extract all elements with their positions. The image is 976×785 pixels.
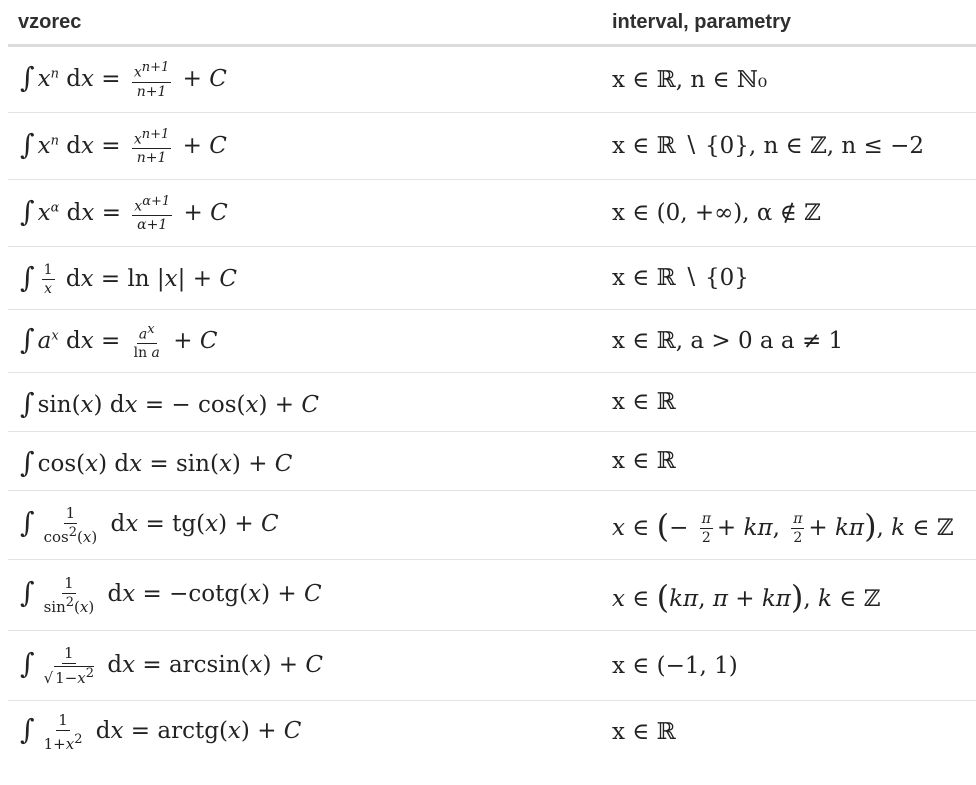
interval-cell: x ∈ ℝ [600,372,976,432]
interval-cell: x ∈ ℝ [600,431,976,491]
interval-cell: x ∈ (− π 2 + kπ, π 2 + kπ), k ∈ ℤ [600,490,976,560]
table-row: ∫ ax dx = ax ln a + C x ∈ ℝ, a > 0 a a ≠ 1 [8,309,976,373]
table-row: ∫ 1 1+x2 dx = arctg(x) + C x ∈ ℝ [8,701,976,763]
table-row: ∫ 1 cos2(x) dx = tg(x) + C x ∈ (− π 2 + kπ, … [8,490,976,560]
formula-cell: ∫ xα dx = xα+1 α+1 + C [8,179,600,247]
formula-cell: ∫ xn dx = xn+1 n+1 + C [8,45,600,113]
header-interval: interval, parametry [600,0,976,47]
interval-cell: x ∈ (kπ, π + kπ), k ∈ ℤ [600,559,976,631]
table-row: ∫ 1 √ 1−x2 dx = arcsin(x) + C x ∈ (−1, 1) [8,630,976,701]
formula-cell: ∫ 1 1+x2 dx = arctg(x) + C [20,710,302,753]
integrals-table: vzorec interval, parametry ∫ xn dx = xn+1… [8,0,976,763]
table-row: ∫ xn dx = xn+1 n+1 + C x ∈ ℝ ∖ {0}, n ∈ ℤ,… [8,112,976,180]
interval-cell: x ∈ ℝ, a > 0 a a ≠ 1 [600,309,976,373]
formula-cell: ∫ 1 x dx = ln |x| + C [8,246,600,310]
formula-cell: ∫ 1 sin2(x) dx = −cotg(x) + C [8,559,600,631]
interval-cell: x ∈ (0, +∞), α ∉ ℤ [600,179,976,247]
formula-cell: ∫ xn dx = xn+1 n+1 + C [8,112,600,180]
formula-cell: ∫ ax dx = ax ln a + C [8,309,600,373]
table-row: ∫ xn dx = xn+1 n+1 + C x ∈ ℝ, n ∈ ℕ₀ [8,45,976,113]
interval-cell: x ∈ ℝ [612,718,676,745]
formula-cell: ∫ 1 cos2(x) dx = tg(x) + C [8,490,600,560]
table-row: ∫ 1 sin2(x) dx = −cotg(x) + C x ∈ (kπ, π +… [8,559,976,631]
table-row: ∫ cos(x) dx = sin(x) + C x ∈ ℝ [8,431,976,491]
interval-cell: x ∈ ℝ ∖ {0}, n ∈ ℤ, n ≤ −2 [600,112,976,180]
table-row: ∫ sin(x) dx = − cos(x) + C x ∈ ℝ [8,372,976,432]
interval-cell: x ∈ ℝ, n ∈ ℕ₀ [600,45,976,113]
formula-cell: ∫ 1 √ 1−x2 dx = arcsin(x) + C [8,630,600,701]
interval-cell: x ∈ (−1, 1) [600,630,976,701]
table-row: ∫ xα dx = xα+1 α+1 + C x ∈ (0, +∞), α ∉ ℤ [8,179,976,247]
formula-cell: ∫ cos(x) dx = sin(x) + C [8,431,600,491]
table-row: ∫ 1 x dx = ln |x| + C x ∈ ℝ ∖ {0} [8,246,976,310]
interval-cell: x ∈ ℝ ∖ {0} [600,246,976,310]
table-header-row: vzorec interval, parametry [8,0,976,47]
header-formula: vzorec [8,0,600,47]
formula-cell: ∫ sin(x) dx = − cos(x) + C [8,372,600,432]
integrals-table-container: vzorec interval, parametry ∫ xn dx = xn+1… [8,0,976,763]
